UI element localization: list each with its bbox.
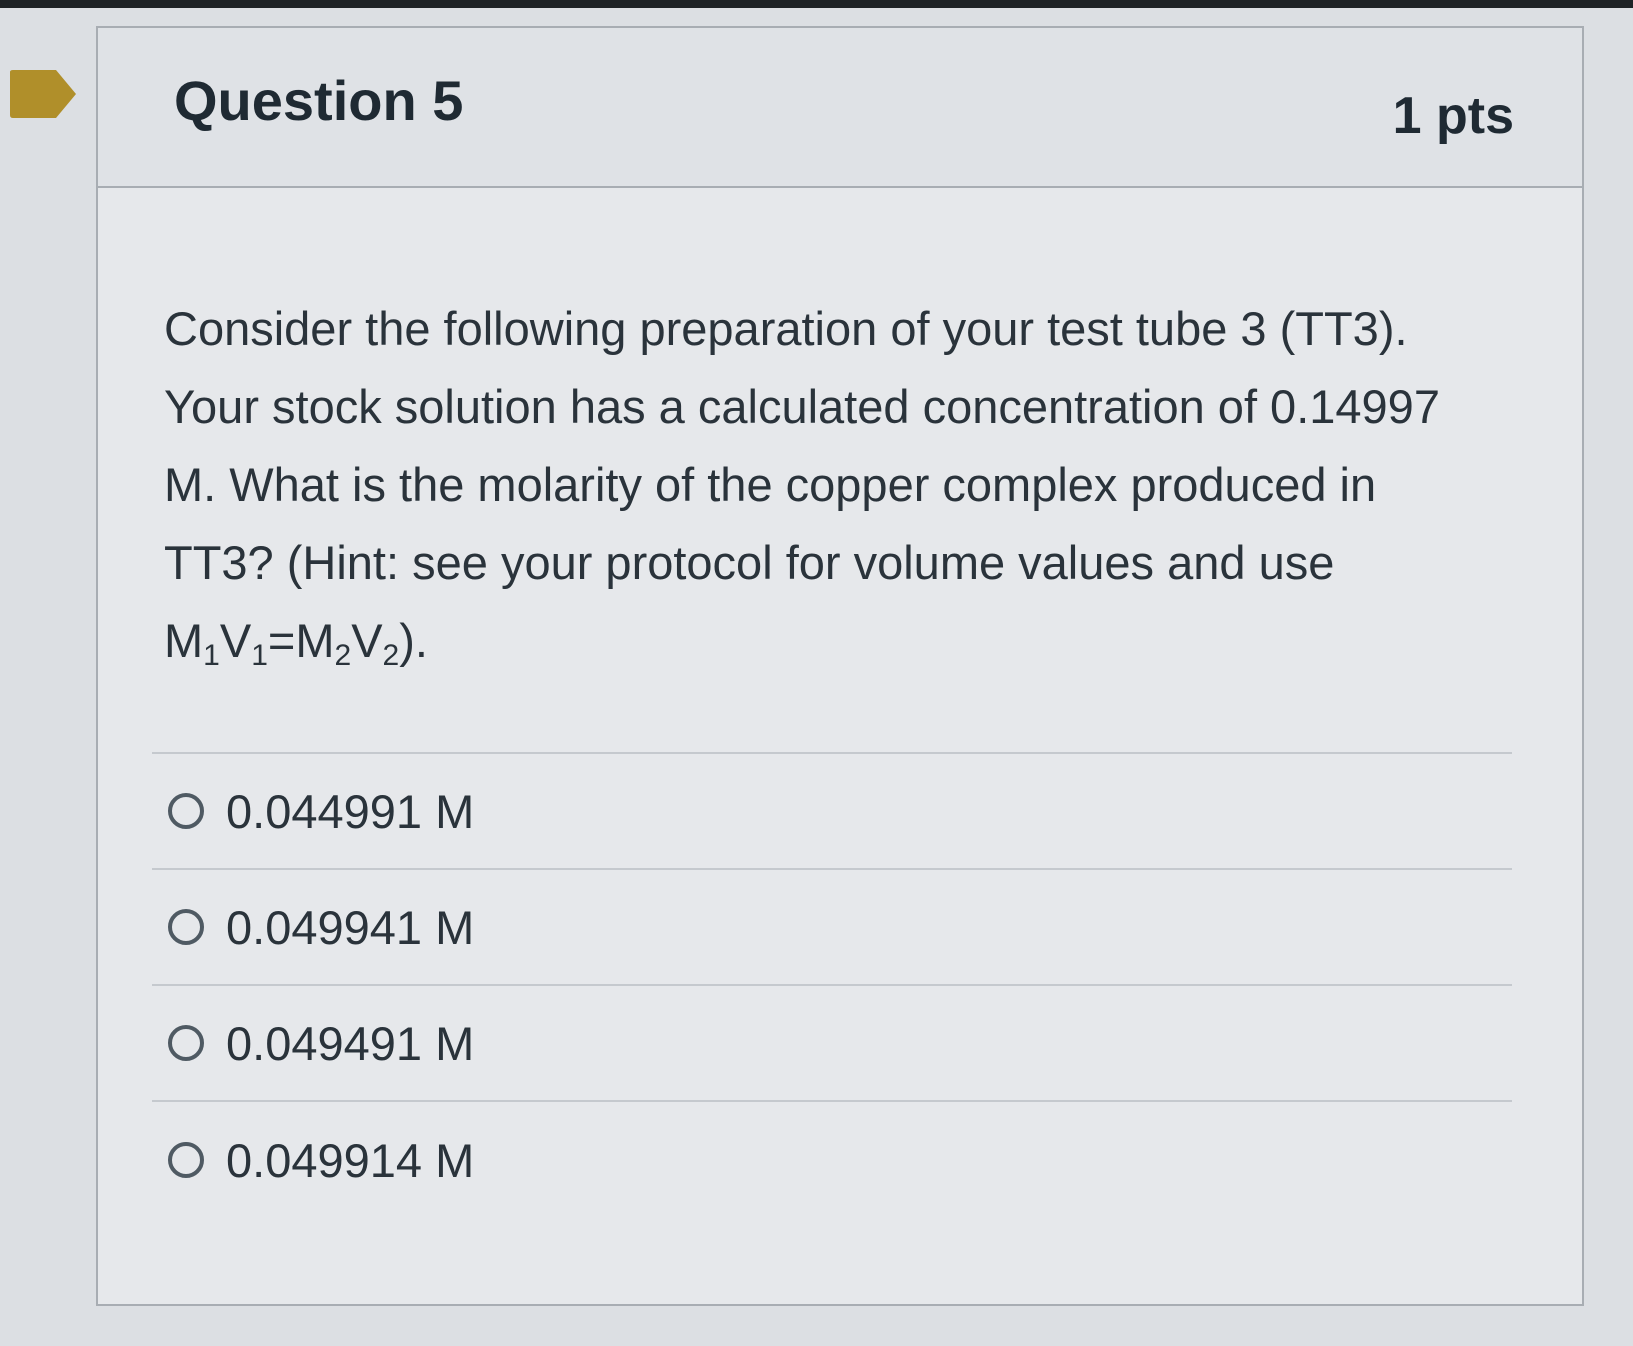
radio-unselected-icon[interactable] [168, 1142, 204, 1178]
answer-option-1[interactable]: 0.044991 M [152, 754, 1512, 870]
answer-label[interactable]: 0.049491 M [226, 1020, 474, 1067]
radio-unselected-icon[interactable] [168, 909, 204, 945]
formula-sub-4: 2 [382, 639, 400, 672]
screen-top-edge [0, 0, 1633, 8]
question-header: Question 5 1 pts [98, 28, 1582, 188]
answer-label[interactable]: 0.049941 M [226, 904, 474, 951]
formula-v1: V [219, 614, 252, 667]
formula-v2: V [351, 614, 383, 667]
radio-unselected-icon[interactable] [168, 793, 204, 829]
question-text-main: Consider the following preparation of yo… [164, 302, 1440, 589]
question-text: Consider the following preparation of yo… [164, 290, 1494, 680]
formula-sub-1: 1 [203, 639, 220, 672]
flag-marker-icon[interactable] [8, 68, 78, 120]
formula-sub-2: 1 [251, 639, 268, 672]
question-title: Question 5 [174, 69, 464, 132]
answer-label[interactable]: 0.044991 M [226, 788, 474, 835]
radio-unselected-icon[interactable] [168, 1025, 204, 1061]
question-card: Question 5 1 pts Consider the following … [96, 26, 1584, 1306]
formula-m1: M [164, 614, 204, 667]
answer-list: 0.044991 M 0.049941 M 0.049491 M 0.04991… [152, 752, 1512, 1218]
question-text-end: ). [399, 614, 428, 667]
formula-equals-m2: =M [267, 614, 335, 667]
answer-option-4[interactable]: 0.049914 M [152, 1102, 1512, 1218]
question-points: 1 pts [1392, 87, 1514, 145]
answer-label[interactable]: 0.049914 M [226, 1137, 474, 1184]
answer-option-2[interactable]: 0.049941 M [152, 870, 1512, 986]
formula-sub-3: 2 [334, 639, 352, 672]
answer-option-3[interactable]: 0.049491 M [152, 986, 1512, 1102]
